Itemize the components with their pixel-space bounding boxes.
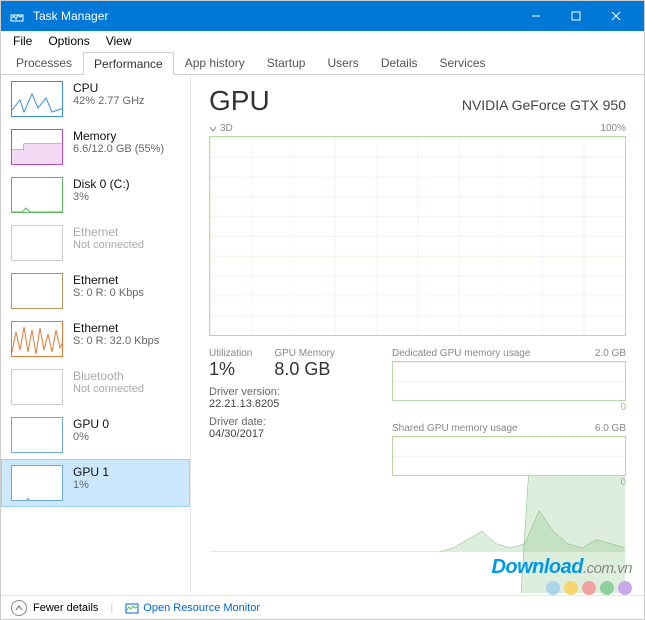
thumbnail-chart [11, 81, 63, 117]
sidebar-item-title: Memory [73, 129, 164, 143]
thumbnail-chart [11, 129, 63, 165]
tab-processes[interactable]: Processes [5, 51, 83, 74]
tab-startup[interactable]: Startup [256, 51, 317, 74]
thumbnail-chart [11, 417, 63, 453]
menu-view[interactable]: View [100, 32, 138, 50]
fewer-details-label: Fewer details [33, 602, 98, 614]
sidebar-item-sub: Not connected [73, 239, 144, 251]
minimize-button[interactable] [516, 1, 556, 31]
thumbnail-chart [11, 465, 63, 501]
chart-selector[interactable]: 3D [209, 123, 233, 134]
sidebar-item-sub: 6.6/12.0 GB (55%) [73, 143, 164, 155]
sidebar: CPU42% 2.77 GHzMemory6.6/12.0 GB (55%)Di… [1, 75, 191, 593]
tabs: Processes Performance App history Startu… [1, 51, 644, 75]
sidebar-item-sub: S: 0 R: 0 Kbps [73, 287, 144, 299]
menu-options[interactable]: Options [42, 32, 95, 50]
thumbnail-chart [11, 369, 63, 405]
fewer-details-button[interactable]: Fewer details [11, 600, 98, 616]
thumbnail-chart [11, 273, 63, 309]
sidebar-item-title: CPU [73, 81, 145, 95]
open-resource-monitor-link[interactable]: Open Resource Monitor [125, 601, 260, 615]
sidebar-item-cpu[interactable]: CPU42% 2.77 GHz [1, 75, 190, 123]
main-panel: GPU NVIDIA GeForce GTX 950 3D 100% Utili… [191, 75, 644, 593]
thumbnail-chart [11, 177, 63, 213]
tab-services[interactable]: Services [429, 51, 497, 74]
maximize-button[interactable] [556, 1, 596, 31]
thumbnail-chart [11, 321, 63, 357]
chart-max-label: 100% [600, 123, 626, 134]
tab-app-history[interactable]: App history [174, 51, 256, 74]
open-resource-monitor-label: Open Resource Monitor [143, 602, 260, 614]
sidebar-item-title: GPU 0 [73, 417, 109, 431]
sidebar-item-sub: 0% [73, 431, 109, 443]
sidebar-item-sub: 42% 2.77 GHz [73, 95, 145, 107]
dedicated-chart [392, 361, 626, 401]
tab-users[interactable]: Users [316, 51, 369, 74]
sidebar-item-title: GPU 1 [73, 465, 109, 479]
gpu-model: NVIDIA GeForce GTX 950 [462, 97, 626, 113]
sidebar-item-sub: 1% [73, 479, 109, 491]
sidebar-item-title: Disk 0 (C:) [73, 177, 130, 191]
titlebar: Task Manager [1, 1, 644, 31]
thumbnail-chart [11, 225, 63, 261]
sidebar-item-memory[interactable]: Memory6.6/12.0 GB (55%) [1, 123, 190, 171]
sidebar-item-ethernet[interactable]: EthernetS: 0 R: 0 Kbps [1, 267, 190, 315]
chevron-up-icon [11, 600, 27, 616]
sidebar-item-title: Ethernet [73, 225, 144, 239]
sidebar-item-title: Bluetooth [73, 369, 144, 383]
sidebar-item-title: Ethernet [73, 321, 159, 335]
sidebar-item-ethernet[interactable]: EthernetNot connected [1, 219, 190, 267]
app-icon [9, 8, 25, 24]
tab-performance[interactable]: Performance [83, 52, 174, 75]
sidebar-item-bluetooth[interactable]: BluetoothNot connected [1, 363, 190, 411]
page-title: GPU [209, 85, 270, 117]
sidebar-item-gpu-1[interactable]: GPU 11% [1, 459, 190, 507]
sidebar-item-sub: S: 0 R: 32.0 Kbps [73, 335, 159, 347]
tab-details[interactable]: Details [370, 51, 429, 74]
chevron-down-icon [209, 125, 217, 133]
sidebar-item-title: Ethernet [73, 273, 144, 287]
sidebar-item-sub: 3% [73, 191, 130, 203]
footer: Fewer details | Open Resource Monitor [1, 595, 644, 619]
sidebar-item-sub: Not connected [73, 383, 144, 395]
close-button[interactable] [596, 1, 636, 31]
window-title: Task Manager [33, 9, 108, 23]
sidebar-item-ethernet[interactable]: EthernetS: 0 R: 32.0 Kbps [1, 315, 190, 363]
shared-chart [392, 436, 626, 476]
main-chart [209, 136, 626, 336]
menu-file[interactable]: File [7, 32, 38, 50]
menubar: File Options View [1, 31, 644, 51]
sidebar-item-disk-0-c-[interactable]: Disk 0 (C:)3% [1, 171, 190, 219]
resource-monitor-icon [125, 601, 139, 615]
chart-name-label: 3D [220, 123, 233, 134]
sidebar-item-gpu-0[interactable]: GPU 00% [1, 411, 190, 459]
